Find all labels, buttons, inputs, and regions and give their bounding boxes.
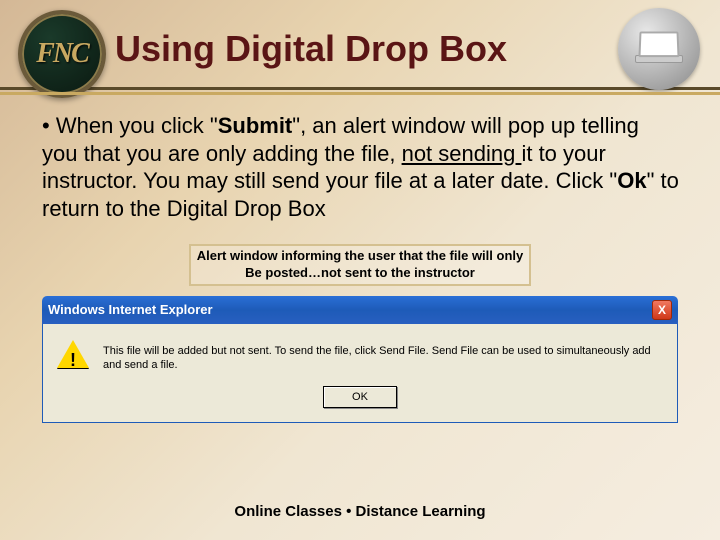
warning-icon: ! bbox=[57, 340, 89, 372]
ok-word: Ok bbox=[617, 168, 646, 193]
submit-word: Submit bbox=[218, 113, 293, 138]
dialog-titlebar: Windows Internet Explorer X bbox=[42, 296, 678, 324]
dialog-title: Windows Internet Explorer bbox=[48, 302, 652, 317]
laptop-icon bbox=[618, 8, 700, 90]
bullet: • bbox=[42, 113, 56, 138]
alert-dialog: Windows Internet Explorer X ! This file … bbox=[42, 296, 678, 424]
close-button[interactable]: X bbox=[652, 300, 672, 320]
logo-badge: FNC bbox=[18, 10, 106, 98]
caption-line-2: Be posted…not sent to the instructor bbox=[197, 265, 523, 282]
slide-title: Using Digital Drop Box bbox=[115, 28, 507, 70]
slide-header: FNC Using Digital Drop Box bbox=[0, 0, 720, 90]
text-run: When you click " bbox=[56, 113, 218, 138]
not-sending-word: not sending bbox=[402, 141, 522, 166]
ok-button[interactable]: OK bbox=[323, 386, 397, 408]
caption-line-1: Alert window informing the user that the… bbox=[197, 248, 523, 265]
dialog-message: This file will be added but not sent. To… bbox=[103, 340, 663, 373]
logo-text: FNC bbox=[36, 38, 88, 70]
slide-footer: Online Classes • Distance Learning bbox=[0, 503, 720, 520]
body-text: • When you click "Submit", an alert wind… bbox=[0, 90, 720, 222]
dialog-caption: Alert window informing the user that the… bbox=[0, 244, 720, 286]
dialog-body: ! This file will be added but not sent. … bbox=[42, 324, 678, 424]
close-icon: X bbox=[658, 303, 666, 317]
